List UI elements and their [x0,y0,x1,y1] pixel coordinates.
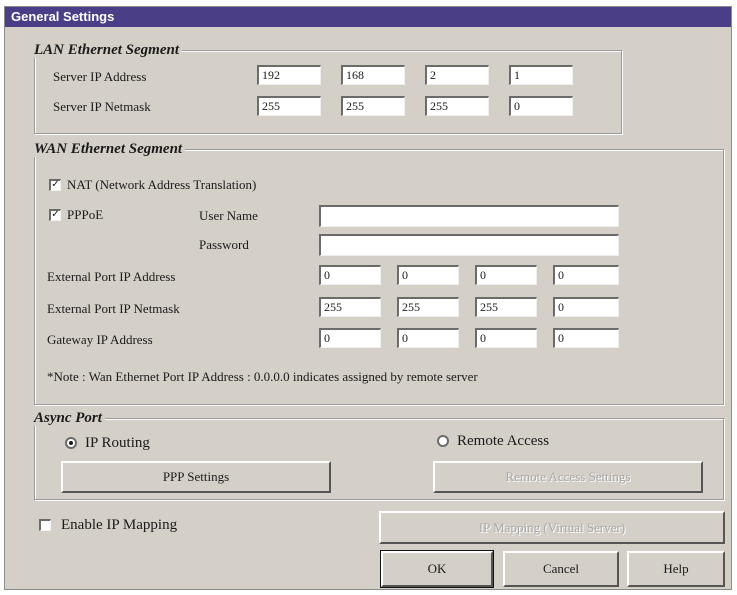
lan-legend: LAN Ethernet Segment [31,42,183,58]
external-netmask-octet-1[interactable]: 255 [319,297,381,317]
external-ip-octet-4[interactable]: 0 [553,265,619,285]
password-label: Password [199,237,249,252]
external-netmask-octet-3[interactable]: 255 [475,297,537,317]
external-netmask-octet-2[interactable]: 255 [397,297,459,317]
remote-access-radio[interactable] [437,435,449,447]
wan-legend: WAN Ethernet Segment [31,141,186,157]
server-netmask-octet-2[interactable]: 255 [341,96,405,116]
check-icon: ✓ [51,179,60,190]
nat-checkbox[interactable]: ✓ [49,179,61,191]
async-legend: Async Port [31,410,105,426]
ip-mapping-checkbox[interactable] [39,519,51,531]
server-netmask-label: Server IP Netmask [53,99,151,114]
gateway-octet-1[interactable]: 0 [319,328,381,348]
user-name-field[interactable] [319,205,619,227]
nat-label: NAT (Network Address Translation) [67,177,257,192]
external-ip-octet-3[interactable]: 0 [475,265,537,285]
server-ip-octet-2[interactable]: 168 [341,65,405,85]
user-name-label: User Name [199,208,258,223]
server-ip-label: Server IP Address [53,69,147,84]
pppoe-label: PPPoE [67,207,104,222]
wan-note: *Note : Wan Ethernet Port IP Address : 0… [47,369,478,384]
external-netmask-label: External Port IP Netmask [47,301,180,316]
external-netmask-octet-4[interactable]: 0 [553,297,619,317]
server-netmask-octet-3[interactable]: 255 [425,96,489,116]
pppoe-checkbox[interactable]: ✓ [49,209,61,221]
remote-access-settings-button[interactable]: Remote Access Settings [433,461,703,493]
gateway-octet-4[interactable]: 0 [553,328,619,348]
ppp-settings-button[interactable]: PPP Settings [61,461,331,493]
server-ip-octet-4[interactable]: 1 [509,65,573,85]
check-icon: ✓ [51,209,60,220]
gateway-octet-3[interactable]: 0 [475,328,537,348]
help-button[interactable]: Help [627,551,725,587]
external-ip-octet-1[interactable]: 0 [319,265,381,285]
window-title: General Settings [5,7,731,27]
server-netmask-octet-1[interactable]: 255 [257,96,321,116]
server-netmask-octet-4[interactable]: 0 [509,96,573,116]
external-ip-octet-2[interactable]: 0 [397,265,459,285]
ok-button[interactable]: OK [380,550,494,588]
ip-mapping-label: Enable IP Mapping [61,517,178,533]
password-field[interactable] [319,234,619,256]
ip-routing-radio[interactable] [65,437,77,449]
remote-access-label: Remote Access [457,433,550,449]
server-ip-octet-1[interactable]: 192 [257,65,321,85]
server-ip-octet-3[interactable]: 2 [425,65,489,85]
gateway-label: Gateway IP Address [47,332,153,347]
external-ip-label: External Port IP Address [47,269,176,284]
ip-routing-label: IP Routing [85,435,150,451]
gateway-octet-2[interactable]: 0 [397,328,459,348]
cancel-button[interactable]: Cancel [503,551,619,587]
ip-mapping-button[interactable]: IP Mapping (Virtual Server) [379,511,725,544]
general-settings-dialog: General Settings LAN Ethernet Segment Se… [4,6,732,590]
lan-group [34,50,622,134]
